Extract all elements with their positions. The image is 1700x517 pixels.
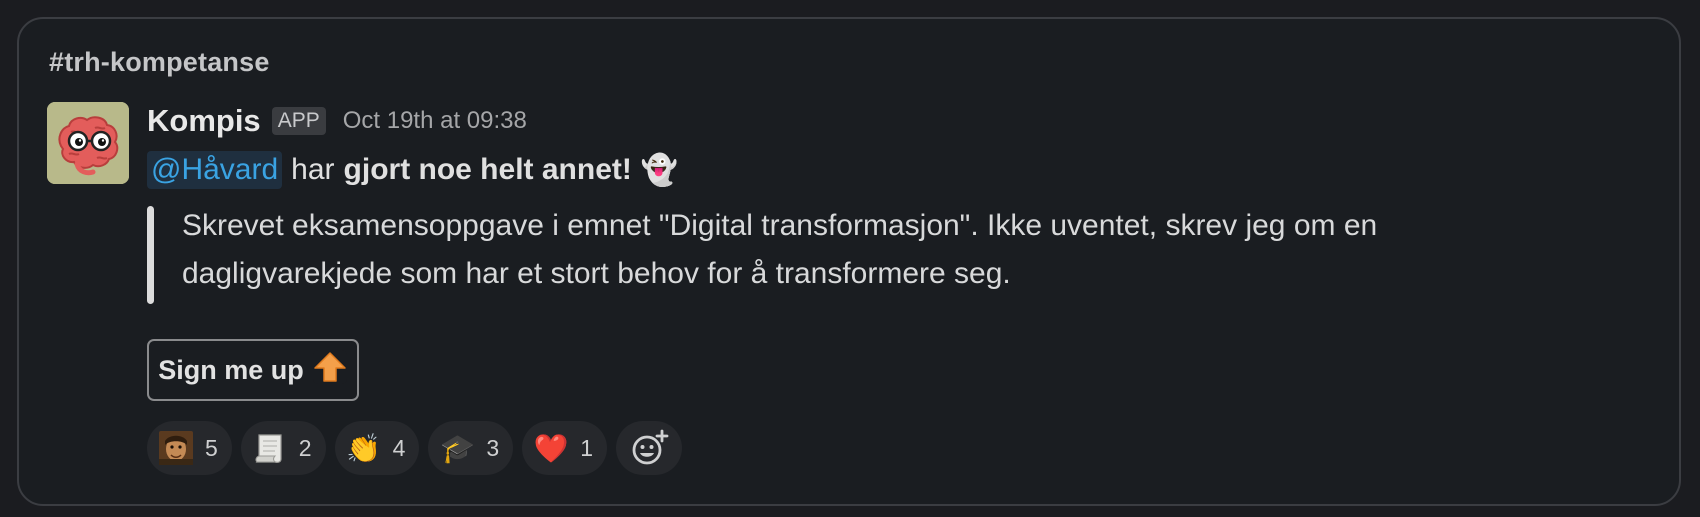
custom-portrait-icon <box>159 431 193 465</box>
quote-line-1: Skrevet eksamensoppgave i emnet "Digital… <box>182 209 1378 242</box>
add-reaction-icon <box>632 429 669 465</box>
red-heart-icon: ❤️ <box>533 432 569 464</box>
reactions-bar: 5 2 👏 4 🎓 3 ❤️ 1 <box>147 421 682 475</box>
quote-line-2: dagligvarekjede som har et stort behov f… <box>182 257 1011 290</box>
up-arrow-icon <box>312 349 348 392</box>
reaction-count: 2 <box>298 434 312 461</box>
app-badge: APP <box>271 107 326 135</box>
add-reaction-button[interactable] <box>615 421 682 475</box>
sign-me-up-button[interactable]: Sign me up <box>147 339 359 401</box>
reaction-heart[interactable]: ❤️ 1 <box>522 421 607 475</box>
message-text-bold: gjort noe helt annet! <box>343 153 632 186</box>
message-text: @Håvard har gjort noe helt annet! 👻 <box>147 148 678 192</box>
reaction-graduation-cap[interactable]: 🎓 3 <box>428 421 514 475</box>
message-text-plain: har <box>291 153 335 186</box>
sign-me-up-label: Sign me up <box>158 354 304 385</box>
ghost-icon: 👻 <box>640 153 679 187</box>
paper-scroll-icon <box>253 431 287 465</box>
reaction-count: 3 <box>486 434 500 461</box>
reaction-portrait[interactable]: 5 <box>147 421 232 475</box>
quote-text: Skrevet eksamensoppgave i emnet "Digital… <box>182 202 1377 304</box>
channel-name[interactable]: #trh-kompetanse <box>49 47 270 78</box>
message-header: Kompis APP Oct 19th at 09:38 <box>147 101 527 141</box>
timestamp[interactable]: Oct 19th at 09:38 <box>343 107 527 135</box>
reaction-scroll[interactable]: 2 <box>240 421 326 475</box>
user-mention[interactable]: @Håvard <box>147 151 283 189</box>
reaction-count: 1 <box>580 434 593 461</box>
message-card: #trh-kompetanse Kompis APP Oct 19th at 0… <box>17 17 1681 506</box>
blockquote: Skrevet eksamensoppgave i emnet "Digital… <box>147 206 1547 304</box>
reaction-clap[interactable]: 👏 4 <box>334 421 420 475</box>
clapping-hands-icon: 👏 <box>346 432 382 464</box>
avatar[interactable] <box>47 102 129 184</box>
sender-name[interactable]: Kompis <box>147 103 261 139</box>
reaction-count: 5 <box>205 434 218 461</box>
quote-bar <box>147 206 154 304</box>
reaction-count: 4 <box>392 434 406 461</box>
graduation-cap-icon: 🎓 <box>439 432 475 464</box>
brain-with-glasses-icon <box>47 102 129 184</box>
